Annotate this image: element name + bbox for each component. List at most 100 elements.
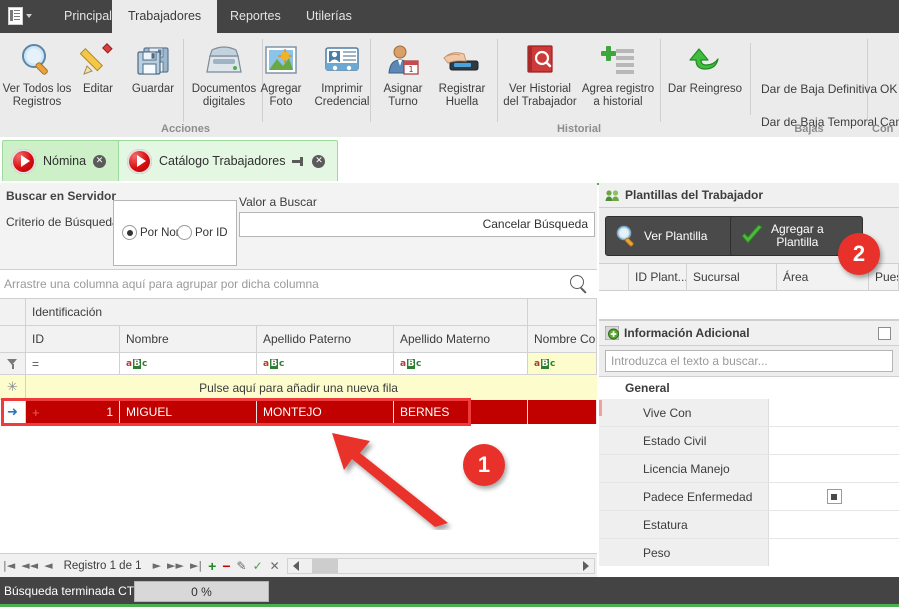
nav-first-button[interactable]: |◄	[0, 559, 18, 572]
checkbox-icon[interactable]	[826, 489, 842, 504]
grid-header-indicator	[0, 326, 26, 353]
nav-prev-page-button[interactable]: ◄◄	[18, 559, 41, 572]
ribbon-button-guardar[interactable]: Guardar	[124, 37, 182, 119]
property-row-estado-civil[interactable]: Estado Civil	[599, 427, 899, 455]
maximize-icon[interactable]	[878, 326, 891, 340]
grid-filter-id[interactable]: =	[26, 353, 120, 375]
nav-accept-button[interactable]: ✓	[250, 559, 266, 573]
table-row[interactable]: ➜ + 1 MIGUEL MONTEJO BERNES	[0, 400, 597, 424]
property-value[interactable]	[769, 483, 899, 510]
property-value[interactable]	[769, 539, 899, 566]
templates-corner-cell	[599, 264, 629, 290]
ribbon-button-ver-historial-trabajador[interactable]: Ver Historial del Trabajador	[501, 37, 579, 119]
ribbon-tab-reportes[interactable]: Reportes	[214, 0, 297, 33]
ver-plantilla-button[interactable]: Ver Plantilla	[605, 216, 743, 256]
info-panel-header: Información Adicional	[599, 320, 899, 346]
ribbon-button-label: Agregar Foto	[260, 83, 302, 108]
nav-add-button[interactable]: +	[205, 558, 219, 574]
radio-por-id[interactable]: Por ID	[177, 225, 228, 240]
ribbon-button-label: Editar	[82, 83, 114, 95]
close-icon[interactable]: ✕	[312, 154, 326, 168]
grid-filter-nombre-completo[interactable]: aBc	[528, 353, 597, 375]
nav-prev-button[interactable]: ◄	[41, 559, 55, 572]
ribbon-button-agregar-foto[interactable]: Agregar Foto	[252, 37, 310, 119]
scroll-right-arrow-icon[interactable]	[583, 560, 589, 571]
ribbon-button-ok[interactable]: OK	[874, 77, 897, 101]
nav-edit-button[interactable]: ✎	[234, 559, 250, 573]
property-label: Peso	[599, 539, 769, 566]
property-value[interactable]	[769, 455, 899, 482]
people-icon	[605, 189, 620, 202]
grid-filter-indicator[interactable]	[0, 353, 26, 375]
cell-nombre-completo	[528, 400, 597, 424]
pin-icon[interactable]	[292, 155, 305, 168]
asterisk-icon: ✳	[7, 379, 18, 395]
expand-icon[interactable]: +	[32, 405, 40, 420]
property-row-estatura[interactable]: Estatura	[599, 511, 899, 539]
grid-filter-nombre[interactable]: aBc	[120, 353, 257, 375]
nav-last-button[interactable]: ►|	[187, 559, 205, 572]
scrollbar-thumb[interactable]	[311, 558, 338, 573]
scanner-icon	[204, 37, 244, 83]
templates-column-sucursal[interactable]: Sucursal	[687, 264, 777, 290]
document-tab-nomina[interactable]: Nómina ✕	[2, 140, 132, 181]
grid-column-header-nombre-completo[interactable]: Nombre Comp	[528, 326, 597, 353]
ribbon-button-asignar-turno[interactable]: 1 Asignar Turno	[375, 37, 431, 119]
ribbon-tab-trabajadores[interactable]: Trabajadores	[112, 0, 218, 33]
grid-column-header-id[interactable]: ID	[26, 326, 120, 353]
document-tab-bar: Nómina ✕ Catálogo Trabajadores ✕	[0, 137, 899, 185]
ribbon-button-ver-todos-registros[interactable]: Ver Todos los Registros	[2, 37, 72, 119]
progress-text: 0 %	[191, 584, 212, 599]
ribbon-button-label: Asignar Turno	[383, 83, 423, 108]
grid-new-row[interactable]: ✳ Pulse aquí para añadir una nueva fila	[0, 375, 597, 401]
radio-dot-icon	[122, 225, 137, 240]
group-by-bar[interactable]: Arrastre una columna aquí para agrupar p…	[0, 270, 597, 299]
assign-shift-icon: 1	[385, 37, 421, 83]
property-row-licencia-manejo[interactable]: Licencia Manejo	[599, 455, 899, 483]
nav-next-page-button[interactable]: ►►	[164, 559, 187, 572]
ribbon-button-editar[interactable]: Editar	[72, 37, 124, 119]
property-row-vive-con[interactable]: Vive Con	[599, 399, 899, 427]
abc-filter-icon: aBc	[263, 358, 285, 369]
history-search-icon	[523, 37, 557, 83]
grid-header-row: ID Nombre Apellido Paterno Apellido Mate…	[0, 326, 597, 353]
ribbon-button-imprimir-credencial[interactable]: Imprimir Credencial	[310, 37, 374, 119]
property-value[interactable]	[769, 427, 899, 454]
grid-filter-apellido-materno[interactable]: aBc	[394, 353, 528, 375]
grid-column-header-nombre[interactable]: Nombre	[120, 326, 257, 353]
cell-apellido-paterno: MONTEJO	[257, 400, 394, 424]
info-search-input[interactable]: Introduzca el texto a buscar...	[605, 350, 893, 372]
document-tab-label: Catálogo Trabajadores	[159, 154, 286, 168]
ribbon-button-dar-reingreso[interactable]: Dar Reingreso	[663, 37, 747, 119]
app-menu-button[interactable]	[8, 5, 42, 27]
ribbon-button-documentos-digitales[interactable]: Documentos digitales	[186, 37, 262, 119]
grid-column-header-apellido-paterno[interactable]: Apellido Paterno	[257, 326, 394, 353]
ribbon-button-agrega-registro-historial[interactable]: Agrea registro a historial	[579, 37, 657, 119]
ribbon-button-baja-definitiva[interactable]: Dar de Baja Definitiva	[755, 77, 877, 101]
ribbon-tab-utilerias[interactable]: Utilerías	[290, 0, 368, 33]
grid-filter-apellido-paterno[interactable]: aBc	[257, 353, 394, 375]
property-value[interactable]	[769, 511, 899, 538]
property-row-peso[interactable]: Peso	[599, 539, 899, 566]
horizontal-scrollbar[interactable]	[286, 557, 595, 574]
ribbon-button-label: Ver Historial del Trabajador	[503, 83, 577, 108]
photo-icon	[263, 37, 299, 83]
cancel-search-button[interactable]: Cancelar Búsqueda	[483, 217, 588, 231]
nav-cancel-button[interactable]: ✕	[266, 559, 284, 573]
templates-column-id-plantilla[interactable]: ID Plant...	[629, 264, 687, 290]
panel-accent-stripe	[599, 400, 602, 416]
property-row-padece-enfermedad[interactable]: Padece Enfermedad	[599, 483, 899, 511]
nav-record-label: Registro 1 de 1	[63, 559, 142, 572]
search-icon[interactable]	[569, 274, 589, 294]
nav-remove-button[interactable]: −	[219, 558, 233, 574]
grid-column-header-apellido-materno[interactable]: Apellido Materno	[394, 326, 528, 353]
filter-operator: =	[32, 356, 40, 371]
document-tab-catalogo-trabajadores[interactable]: Catálogo Trabajadores ✕	[118, 140, 338, 181]
property-value[interactable]	[769, 399, 899, 426]
search-value-input[interactable]: Cancelar Búsqueda	[239, 212, 595, 237]
radio-por-nombre[interactable]: Por Nom	[122, 225, 185, 240]
nav-next-button[interactable]: ►	[150, 559, 164, 572]
close-icon[interactable]: ✕	[93, 154, 107, 168]
ribbon-button-registrar-huella[interactable]: Registrar Huella	[431, 37, 493, 119]
scroll-left-arrow-icon[interactable]	[292, 560, 299, 571]
